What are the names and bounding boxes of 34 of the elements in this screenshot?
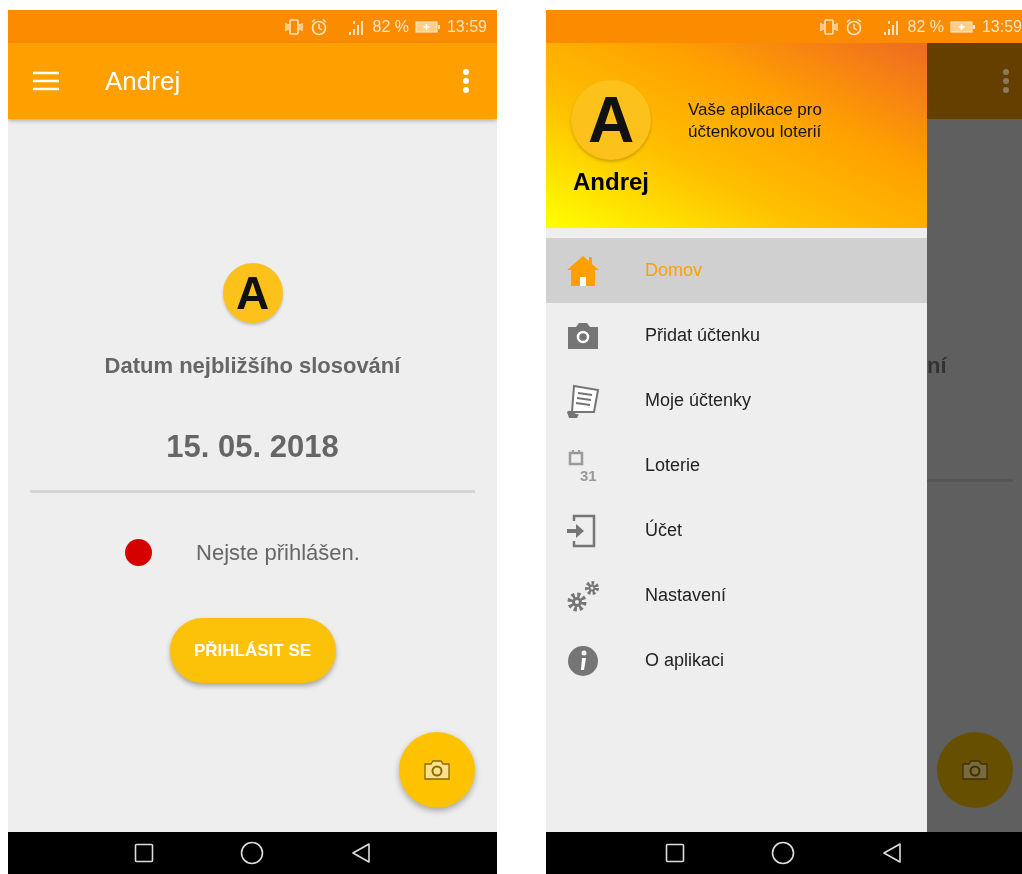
alarm-icon — [845, 17, 864, 36]
drawer-item[interactable]: Přidat účtenku — [546, 303, 927, 368]
login-status-text: Nejste přihlášen. — [196, 539, 360, 566]
vibrate-icon — [284, 17, 305, 36]
receipt-icon — [565, 382, 601, 419]
battery-percent: 82 % — [907, 17, 944, 36]
battery-icon — [414, 19, 441, 34]
recent-apps-icon[interactable] — [133, 843, 154, 863]
app-title: Andrej — [105, 65, 182, 97]
clock-time: 13:59 — [981, 17, 1022, 36]
back-icon[interactable] — [881, 842, 903, 864]
back-icon[interactable] — [349, 842, 372, 864]
user-name: Andrej — [573, 168, 649, 196]
drawer-item[interactable]: Účet — [546, 498, 927, 563]
recent-apps-icon[interactable] — [665, 843, 685, 863]
home-icon[interactable] — [239, 841, 264, 865]
draw-date-heading: Datum nejbližšího slosování — [104, 354, 401, 378]
battery-percent: 82 % — [372, 17, 409, 36]
draw-date: 15. 05. 2018 — [166, 429, 339, 465]
battery-icon — [949, 19, 976, 34]
app-tagline: Vaše aplikace pro účtenkovou loterií — [688, 99, 823, 143]
alarm-icon — [310, 17, 329, 36]
drawer-item[interactable]: O aplikaci — [546, 628, 927, 693]
home-icon[interactable] — [771, 841, 795, 865]
vibrate-icon — [819, 17, 840, 36]
drawer-item[interactable]: Nastavení — [546, 563, 927, 628]
camera-icon — [423, 759, 451, 781]
app-logo: A — [571, 80, 651, 160]
drawer-item[interactable]: Moje účtenky — [546, 368, 927, 433]
drawer-item[interactable]: 31 Loterie — [546, 433, 927, 498]
camera-icon — [961, 759, 989, 781]
clock-time: 13:59 — [446, 17, 487, 36]
camera-fab[interactable] — [399, 732, 475, 808]
app-logo: A — [222, 263, 283, 323]
